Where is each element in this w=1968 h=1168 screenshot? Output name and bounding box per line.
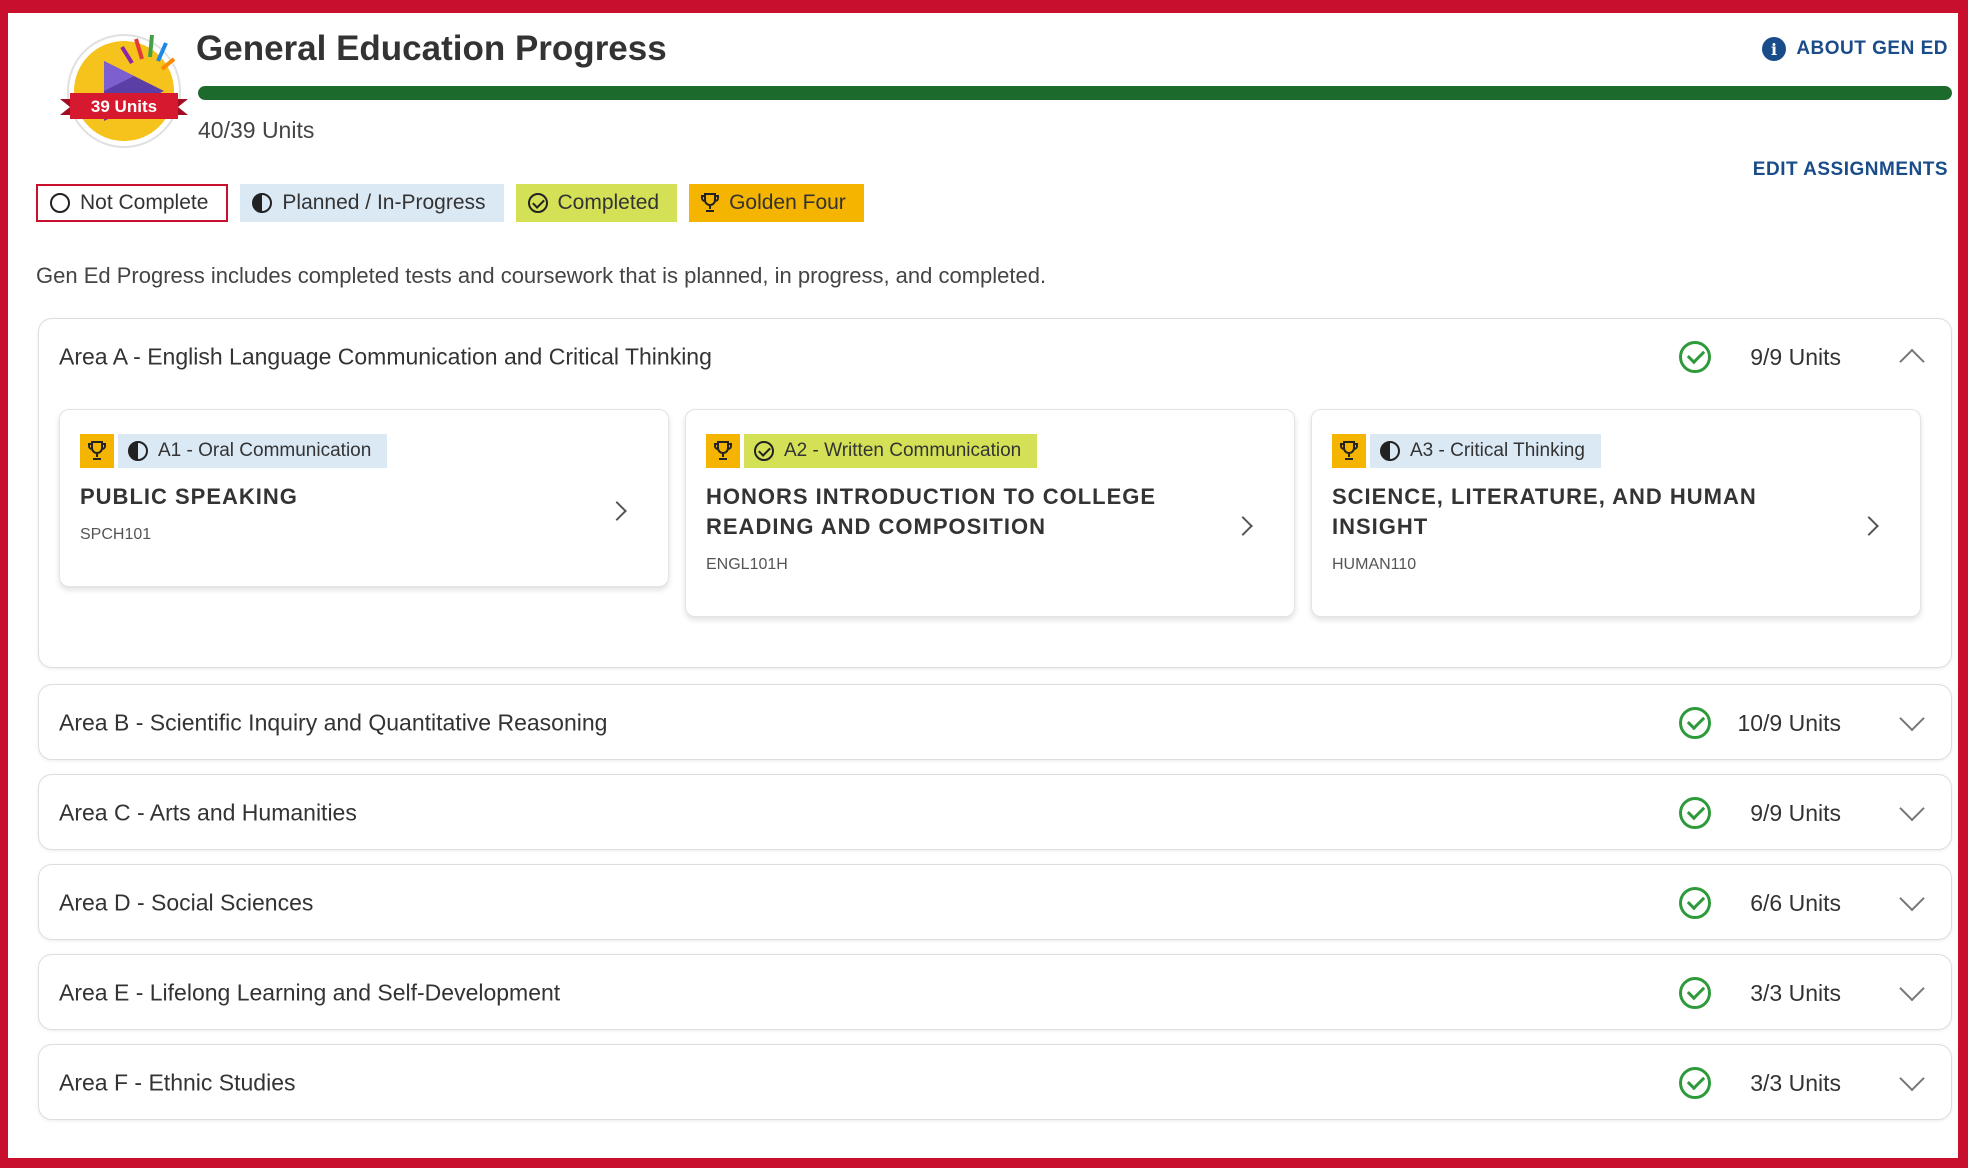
course-card-a2[interactable]: A2 - Written Communication HONORS INTROD… <box>685 409 1295 617</box>
legend-label: Planned / In-Progress <box>282 191 486 214</box>
course-code: SPCH101 <box>80 526 152 543</box>
area-panel-b: Area B - Scientific Inquiry and Quantita… <box>38 684 1952 760</box>
badge-units-text: 39 Units <box>91 97 157 116</box>
check-circle-icon <box>1679 1067 1711 1099</box>
trophy-icon <box>714 441 732 460</box>
area-c-header[interactable]: Area C - Arts and Humanities 9/9 Units <box>39 775 1951 851</box>
gen-ed-progress-panel: 39 Units General Education Progress i AB… <box>8 13 1958 1158</box>
legend-label: Not Complete <box>80 191 209 214</box>
check-circle-icon <box>1679 887 1711 919</box>
legend-planned: Planned / In-Progress <box>240 184 504 222</box>
course-code: ENGL101H <box>706 556 788 573</box>
area-panel-e: Area E - Lifelong Learning and Self-Deve… <box>38 954 1952 1030</box>
area-b-header[interactable]: Area B - Scientific Inquiry and Quantita… <box>39 685 1951 761</box>
chevron-down-icon[interactable] <box>1899 975 1925 1002</box>
area-units: 9/9 Units <box>1750 799 1841 826</box>
area-units: 10/9 Units <box>1737 709 1841 736</box>
golden-four-tag <box>1332 434 1366 468</box>
chevron-right-icon <box>1233 516 1253 536</box>
area-title: Area C - Arts and Humanities <box>59 799 357 826</box>
course-code: HUMAN110 <box>1332 556 1417 573</box>
area-units: 3/3 Units <box>1750 1069 1841 1096</box>
chevron-down-icon[interactable] <box>1899 795 1925 822</box>
units-badge-icon: 39 Units <box>60 34 188 148</box>
course-title: PUBLIC SPEAKING <box>80 484 298 509</box>
area-title: Area D - Social Sciences <box>59 889 314 916</box>
course-card-a3[interactable]: A3 - Critical Thinking SCIENCE, LITERATU… <box>1311 409 1921 617</box>
chevron-up-icon[interactable] <box>1899 348 1925 375</box>
area-d-header[interactable]: Area D - Social Sciences 6/6 Units <box>39 865 1951 941</box>
course-title: HONORS INTRODUCTION TO COLLEGE READING A… <box>706 484 1157 539</box>
course-title: SCIENCE, LITERATURE, AND HUMAN INSIGHT <box>1332 484 1757 539</box>
half-circle-icon <box>1380 441 1400 461</box>
trophy-icon <box>1340 441 1358 460</box>
check-circle-icon <box>1679 341 1711 373</box>
requirement-label: A3 - Critical Thinking <box>1410 440 1585 461</box>
golden-four-tag <box>80 434 114 468</box>
progress-units-text: 40/39 Units <box>198 117 315 143</box>
empty-circle-icon <box>50 193 70 213</box>
half-circle-icon <box>252 193 273 213</box>
requirement-label: A2 - Written Communication <box>784 440 1022 461</box>
requirement-tag: A2 - Written Communication <box>744 434 1038 468</box>
about-gen-ed-label: ABOUT GEN ED <box>1796 38 1948 59</box>
check-circle-icon <box>1679 707 1711 739</box>
legend-label: Golden Four <box>729 191 846 214</box>
check-circle-icon <box>1679 977 1711 1009</box>
chevron-down-icon[interactable] <box>1899 1065 1925 1092</box>
requirement-tag: A3 - Critical Thinking <box>1370 434 1601 468</box>
chevron-right-icon <box>1859 516 1879 536</box>
area-title: Area A - English Language Communication … <box>59 343 712 370</box>
area-units: 3/3 Units <box>1750 979 1841 1006</box>
legend-label: Completed <box>557 191 660 214</box>
status-legend: Not Complete Planned / In-Progress Compl… <box>36 184 864 222</box>
area-units: 6/6 Units <box>1750 889 1841 916</box>
area-panel-f: Area F - Ethnic Studies 3/3 Units <box>38 1044 1952 1120</box>
progress-bar <box>198 86 1952 100</box>
legend-not-complete: Not Complete <box>36 184 229 222</box>
requirement-label: A1 - Oral Communication <box>158 440 372 461</box>
edit-assignments-link[interactable]: EDIT ASSIGNMENTS <box>1753 159 1948 181</box>
about-gen-ed-link[interactable]: i ABOUT GEN ED <box>1762 37 1948 61</box>
area-e-header[interactable]: Area E - Lifelong Learning and Self-Deve… <box>39 955 1951 1031</box>
legend-golden-four: Golden Four <box>689 184 864 222</box>
course-card-a1[interactable]: A1 - Oral Communication PUBLIC SPEAKING … <box>59 409 669 587</box>
area-f-header[interactable]: Area F - Ethnic Studies 3/3 Units <box>39 1045 1951 1121</box>
area-panel-a: Area A - English Language Communication … <box>38 318 1952 668</box>
chevron-down-icon[interactable] <box>1899 705 1925 732</box>
progress-description: Gen Ed Progress includes completed tests… <box>36 263 1047 288</box>
progress-bar-fill <box>198 86 1952 100</box>
chevron-right-icon <box>607 501 627 521</box>
check-circle-icon <box>527 193 548 213</box>
requirement-tag: A1 - Oral Communication <box>118 434 388 468</box>
check-circle-icon <box>1679 797 1711 829</box>
check-circle-icon <box>754 441 774 461</box>
legend-completed: Completed <box>515 184 678 222</box>
chevron-down-icon[interactable] <box>1899 885 1925 912</box>
info-icon: i <box>1762 37 1787 61</box>
page-title: General Education Progress <box>196 29 667 68</box>
area-panel-c: Area C - Arts and Humanities 9/9 Units <box>38 774 1952 850</box>
area-units: 9/9 Units <box>1750 343 1841 370</box>
trophy-icon <box>701 193 720 212</box>
area-title: Area E - Lifelong Learning and Self-Deve… <box>59 979 561 1006</box>
area-title: Area F - Ethnic Studies <box>59 1069 296 1096</box>
area-panel-d: Area D - Social Sciences 6/6 Units <box>38 864 1952 940</box>
area-title: Area B - Scientific Inquiry and Quantita… <box>59 709 608 736</box>
golden-four-tag <box>706 434 740 468</box>
half-circle-icon <box>128 441 148 461</box>
trophy-icon <box>88 441 106 460</box>
area-a-header[interactable]: Area A - English Language Communication … <box>39 319 1951 395</box>
